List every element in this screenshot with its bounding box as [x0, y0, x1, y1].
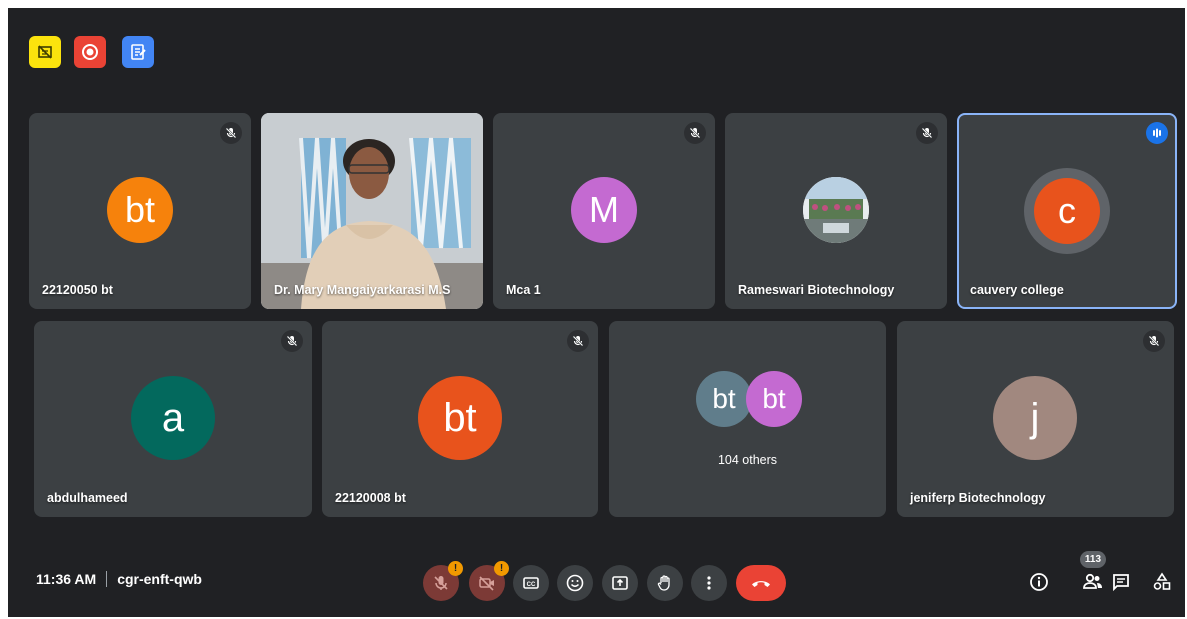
- mic-toggle-button[interactable]: !: [423, 561, 463, 601]
- chat-button[interactable]: [1107, 568, 1135, 596]
- meeting-info: 11:36 AM cgr-enft-qwb: [36, 571, 202, 587]
- svg-text:CC: CC: [527, 582, 536, 588]
- participant-name: Mca 1: [506, 283, 541, 297]
- chat-icon: [1113, 574, 1129, 592]
- captions-icon: CC: [523, 577, 539, 589]
- alert-badge: !: [448, 561, 463, 576]
- mic-off-icon: [1143, 330, 1165, 352]
- record-icon[interactable]: [74, 36, 106, 68]
- mic-off-icon: [916, 122, 938, 144]
- participant-tile[interactable]: bt 22120050 bt: [29, 113, 251, 309]
- participant-name: Dr. Mary Mangaiyarkarasi M.S: [274, 283, 451, 297]
- avatar: j: [993, 376, 1077, 460]
- emoji-button[interactable]: [557, 565, 593, 601]
- avatar: M: [571, 177, 637, 243]
- activities-button[interactable]: [1148, 568, 1176, 596]
- alert-badge: !: [494, 561, 509, 576]
- participant-name: jeniferp Biotechnology: [910, 491, 1046, 505]
- video-feed: [261, 113, 483, 309]
- emoji-icon: [566, 574, 584, 592]
- participant-name: cauvery college: [970, 283, 1064, 297]
- avatar: bt: [107, 177, 173, 243]
- mic-off-icon: [684, 122, 706, 144]
- activities-icon: [1153, 572, 1171, 590]
- photo-avatar: [803, 177, 869, 243]
- mic-off-icon: [281, 330, 303, 352]
- present-icon: [612, 576, 628, 590]
- participant-tile-active[interactable]: c cauvery college: [957, 113, 1177, 309]
- camera-toggle-button[interactable]: !: [469, 561, 509, 601]
- people-count-badge: 113: [1080, 551, 1106, 568]
- mic-off-icon: [567, 330, 589, 352]
- people-icon: [1083, 573, 1102, 589]
- participant-name: abdulhameed: [47, 491, 128, 505]
- others-count-label: 104 others: [717, 453, 778, 467]
- speaking-indicator-icon: [1146, 122, 1168, 144]
- participant-tile[interactable]: Rameswari Biotechnology: [725, 113, 947, 309]
- info-icon: [1030, 573, 1048, 591]
- meeting-time: 11:36 AM: [36, 571, 97, 587]
- avatar: bt: [696, 371, 752, 427]
- more-options-icon: [707, 576, 711, 590]
- end-call-button[interactable]: [736, 565, 786, 601]
- meeting-details-button[interactable]: [1025, 568, 1053, 596]
- divider: [106, 571, 108, 587]
- camera-off-icon: [479, 576, 494, 591]
- participant-tile[interactable]: j jeniferp Biotechnology: [897, 321, 1174, 517]
- avatar: bt: [418, 376, 502, 460]
- mic-off-icon: [220, 122, 242, 144]
- notes-icon[interactable]: [122, 36, 154, 68]
- participant-name: 22120050 bt: [42, 283, 113, 297]
- avatar: c: [1034, 178, 1100, 244]
- captions-button[interactable]: CC: [513, 565, 549, 601]
- participant-tile[interactable]: a abdulhameed: [34, 321, 312, 517]
- people-button[interactable]: [1079, 568, 1107, 596]
- others-tile[interactable]: bt bt 104 others: [609, 321, 886, 517]
- end-call-icon: [752, 581, 770, 587]
- avatar: bt: [746, 371, 802, 427]
- more-options-button[interactable]: [691, 565, 727, 601]
- no-video-icon[interactable]: [29, 36, 61, 68]
- present-button[interactable]: [602, 565, 638, 601]
- avatar: a: [131, 376, 215, 460]
- participant-tile[interactable]: M Mca 1: [493, 113, 715, 309]
- participant-tile[interactable]: bt 22120008 bt: [322, 321, 598, 517]
- participant-name: 22120008 bt: [335, 491, 406, 505]
- mic-off-icon: [434, 576, 448, 590]
- participant-name: Rameswari Biotechnology: [738, 283, 895, 297]
- raise-hand-button[interactable]: [647, 565, 683, 601]
- participant-tile-video[interactable]: Dr. Mary Mangaiyarkarasi M.S: [261, 113, 483, 309]
- meeting-code: cgr-enft-qwb: [117, 571, 202, 587]
- raise-hand-icon: [657, 575, 670, 591]
- meet-window: bt 22120050 bt Dr. Mary Mangaiyarkarasi …: [8, 8, 1185, 617]
